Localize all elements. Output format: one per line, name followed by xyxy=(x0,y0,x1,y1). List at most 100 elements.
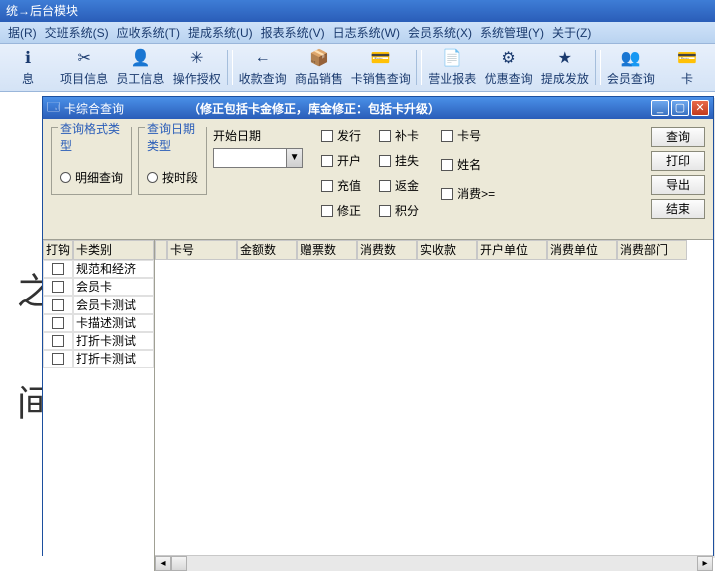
table-row[interactable]: 规范和经济 xyxy=(43,260,154,278)
toolbar-button[interactable]: ✂项目信息 xyxy=(56,44,112,91)
main-grid-corner xyxy=(155,240,167,260)
date-legend: 查询日期类型 xyxy=(145,120,206,154)
main-grid-header[interactable]: 赠票数 xyxy=(297,240,357,260)
menu-item[interactable]: 应收系统(T) xyxy=(117,24,180,41)
menu-item[interactable]: 会员系统(X) xyxy=(408,24,472,41)
left-header-category[interactable]: 卡类别 xyxy=(73,240,154,260)
toolbar-button[interactable]: ★提成发放 xyxy=(537,44,593,91)
menu-item[interactable]: 系统管理(Y) xyxy=(480,24,544,41)
toolbar-icon: 📄 xyxy=(442,48,462,68)
row-checkbox-cell[interactable] xyxy=(43,314,73,332)
toolbar-label: 员工信息 xyxy=(116,70,164,87)
main-grid-header[interactable]: 卡号 xyxy=(167,240,237,260)
toolbar-button[interactable]: 👤 员工信息 xyxy=(112,44,168,91)
action-button[interactable]: 结束 xyxy=(651,199,705,219)
table-row[interactable]: 打折卡测试 xyxy=(43,350,154,368)
checkbox-option[interactable]: 修正 xyxy=(321,202,361,219)
scroll-handle[interactable] xyxy=(171,556,187,571)
child-title-bar: 🗔 卡综合查询 （修正包括卡金修正，库金修正：包括卡升级） _ ▢ ✕ xyxy=(43,97,713,119)
format-fieldset: 查询格式类型 汇总查询明细查询 xyxy=(51,127,132,195)
toolbar-button[interactable]: ⚙优惠查询 xyxy=(480,44,536,91)
action-button[interactable]: 查询 xyxy=(651,127,705,147)
row-category-cell: 打折卡测试 xyxy=(73,350,154,368)
main-grid-scrollbar[interactable]: ◂ ▸ xyxy=(155,555,713,571)
toolbar-button[interactable]: 💳卡 xyxy=(659,44,715,91)
checkbox-option[interactable]: 卡号 xyxy=(441,127,495,144)
checkbox-option[interactable]: 姓名 xyxy=(441,156,495,173)
action-button[interactable]: 导出 xyxy=(651,175,705,195)
checkbox-label: 开户 xyxy=(337,152,361,169)
toolbar-icon: 👤 xyxy=(130,48,150,68)
action-button[interactable]: 打印 xyxy=(651,151,705,171)
row-checkbox-cell[interactable] xyxy=(43,350,73,368)
app-title: 统→后台模块 xyxy=(6,4,78,18)
toolbar-button[interactable]: 💳卡销售查询 xyxy=(347,44,414,91)
table-row[interactable]: 打折卡测试 xyxy=(43,332,154,350)
main-grid-body[interactable] xyxy=(155,260,713,555)
checkbox-icon xyxy=(321,155,333,167)
menu-item[interactable]: 据(R) xyxy=(8,24,37,41)
start-date-label: 开始日期 xyxy=(213,127,303,144)
date-type-fieldset: 查询日期类型 按日期按时段 xyxy=(138,127,207,195)
child-window-icon: 🗔 xyxy=(47,98,60,119)
table-row[interactable]: 会员卡测试 xyxy=(43,296,154,314)
main-grid-header[interactable]: 金额数 xyxy=(237,240,297,260)
table-row[interactable]: 卡描述测试 xyxy=(43,314,154,332)
row-checkbox-cell[interactable] xyxy=(43,278,73,296)
menu-item[interactable]: 日志系统(W) xyxy=(333,24,400,41)
chevron-down-icon[interactable]: ▼ xyxy=(286,149,302,167)
radio-label: 按时段 xyxy=(162,169,198,186)
checkbox-icon xyxy=(379,130,391,142)
main-grid-header[interactable]: 开户单位 xyxy=(477,240,547,260)
left-header-check[interactable]: 打钩 xyxy=(43,240,73,260)
radio-option[interactable]: 按时段 xyxy=(147,169,198,186)
checkbox-option[interactable]: 充值 xyxy=(321,177,361,194)
scroll-track[interactable] xyxy=(187,556,697,571)
menu-item[interactable]: 关于(Z) xyxy=(552,24,591,41)
checkbox-option[interactable]: 挂失 xyxy=(379,152,419,169)
checkbox-option[interactable]: 消费>= xyxy=(441,185,495,202)
toolbar: ℹ息✂项目信息👤员工信息✳操作授权←收款查询📦商品销售💳卡销售查询📄营业报表⚙优… xyxy=(0,44,715,92)
table-row[interactable]: 会员卡 xyxy=(43,278,154,296)
toolbar-icon: ℹ xyxy=(18,48,38,68)
row-checkbox-cell[interactable] xyxy=(43,260,73,278)
checkbox-label: 卡号 xyxy=(457,127,481,144)
menu-item[interactable]: 交班系统(S) xyxy=(45,24,109,41)
scroll-left-button[interactable]: ◂ xyxy=(155,556,171,571)
radio-option[interactable]: 明细查询 xyxy=(60,169,123,186)
menu-item[interactable]: 报表系统(V) xyxy=(261,24,325,41)
checkbox-option[interactable]: 积分 xyxy=(379,202,419,219)
main-grid-header[interactable]: 实收款 xyxy=(417,240,477,260)
toolbar-button[interactable]: ℹ息 xyxy=(0,44,56,91)
menu-item[interactable]: 提成系统(U) xyxy=(188,24,253,41)
minimize-button[interactable]: _ xyxy=(651,100,669,116)
toolbar-button[interactable]: ←收款查询 xyxy=(235,44,291,91)
checkbox-option[interactable]: 开户 xyxy=(321,152,361,169)
checkbox-grid: 发行 补卡开户 挂失充值 返金修正 积分 xyxy=(321,127,419,219)
child-subtitle: （修正包括卡金修正，库金修正：包括卡升级） xyxy=(188,100,440,117)
checkbox-label: 返金 xyxy=(395,177,419,194)
toolbar-icon: 📦 xyxy=(309,48,329,68)
toolbar-icon: ✂ xyxy=(74,48,94,68)
row-checkbox-cell[interactable] xyxy=(43,332,73,350)
checkbox-icon xyxy=(321,130,333,142)
toolbar-button[interactable]: 👥会员查询 xyxy=(603,44,659,91)
row-checkbox-cell[interactable] xyxy=(43,296,73,314)
checkbox-icon xyxy=(441,159,453,171)
maximize-button[interactable]: ▢ xyxy=(671,100,689,116)
main-grid-header[interactable]: 消费部门 xyxy=(617,240,687,260)
checkbox-option[interactable]: 返金 xyxy=(379,177,419,194)
start-date-combo[interactable]: ▼ xyxy=(213,148,303,168)
toolbar-button[interactable]: 📄 营业报表 xyxy=(424,44,480,91)
toolbar-label: 营业报表 xyxy=(428,70,476,87)
checkbox-option[interactable]: 发行 xyxy=(321,127,361,144)
radio-icon xyxy=(147,172,158,183)
scroll-right-button[interactable]: ▸ xyxy=(697,556,713,571)
toolbar-button[interactable]: 📦商品销售 xyxy=(291,44,347,91)
main-grid-header[interactable]: 消费单位 xyxy=(547,240,617,260)
checkbox-option[interactable]: 补卡 xyxy=(379,127,419,144)
toolbar-label: 息 xyxy=(22,70,34,87)
toolbar-button[interactable]: ✳操作授权 xyxy=(169,44,225,91)
main-grid-header[interactable]: 消费数 xyxy=(357,240,417,260)
close-button[interactable]: ✕ xyxy=(691,100,709,116)
